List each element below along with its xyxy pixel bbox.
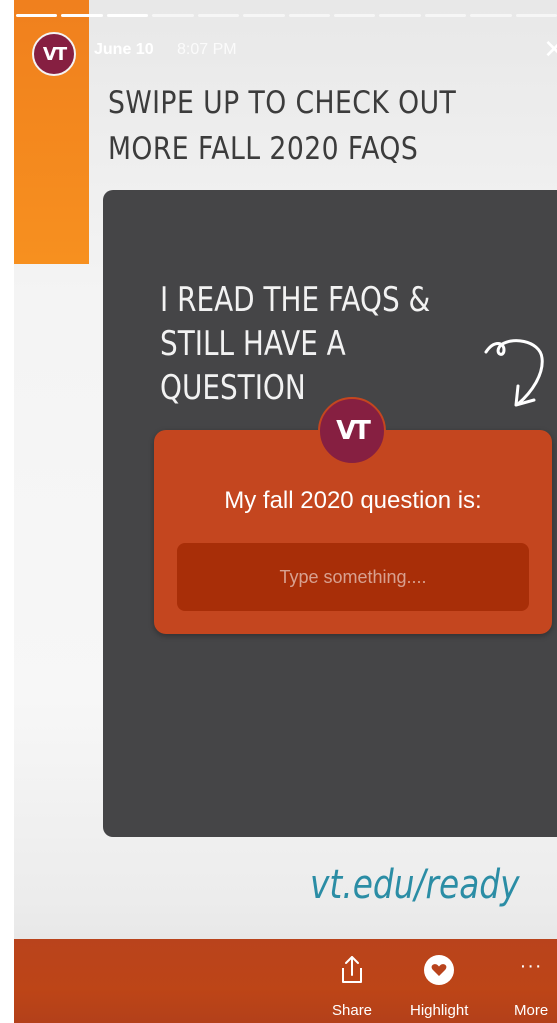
highlight-label: Highlight	[410, 1002, 469, 1019]
progress-segment	[61, 14, 103, 17]
share-icon	[339, 950, 365, 990]
panel-title-line-1: I READ THE FAQS &	[160, 280, 431, 320]
progress-segment	[16, 14, 58, 17]
headline-line-1: SWIPE UP TO CHECK OUT	[108, 85, 457, 121]
progress-segment	[470, 14, 512, 17]
share-button[interactable]: Share	[332, 950, 372, 1019]
more-button[interactable]: ··· More	[514, 950, 548, 1019]
panel-title: I READ THE FAQS & STILL HAVE A QUESTION	[160, 278, 488, 410]
more-dots-icon: ···	[519, 955, 543, 977]
question-label: My fall 2020 question is:	[224, 487, 482, 514]
progress-segment	[197, 14, 240, 17]
question-input[interactable]: Type something....	[177, 543, 529, 611]
highlight-heart-icon	[424, 950, 455, 990]
story-action-bar	[14, 939, 557, 1023]
progress-segment	[515, 14, 557, 17]
progress-segment	[424, 14, 467, 17]
sticker-avatar: VT	[318, 397, 386, 465]
headline: SWIPE UP TO CHECK OUT MORE FALL 2020 FAQ…	[108, 80, 469, 172]
story-left-edge	[0, 0, 14, 1023]
close-icon[interactable]: ✕	[543, 34, 557, 65]
sticker-avatar-text: VT	[336, 416, 371, 446]
share-label: Share	[332, 1002, 373, 1019]
story-time: 8:07 PM	[177, 41, 237, 58]
story-viewer: VT June 10 8:07 PM ✕ SWIPE UP TO CHECK O…	[0, 0, 557, 1023]
progress-segment	[106, 14, 149, 17]
story-date: June 10	[94, 41, 154, 58]
highlight-button[interactable]: Highlight	[410, 950, 468, 1019]
progress-segment	[152, 14, 194, 17]
avatar-text: VT	[42, 43, 67, 65]
story-progress-bar	[16, 14, 557, 17]
url-link[interactable]: vt.edu/ready	[310, 862, 520, 908]
panel-title-line-2: STILL HAVE A QUESTION	[160, 324, 346, 408]
account-avatar[interactable]: VT	[32, 32, 76, 76]
progress-segment	[333, 14, 376, 17]
progress-segment	[288, 14, 330, 17]
curved-arrow-icon	[484, 339, 544, 407]
progress-segment	[243, 14, 285, 17]
headline-line-2: MORE FALL 2020 FAQS	[108, 131, 419, 167]
progress-segment	[379, 14, 421, 17]
more-label: More	[514, 1002, 549, 1019]
